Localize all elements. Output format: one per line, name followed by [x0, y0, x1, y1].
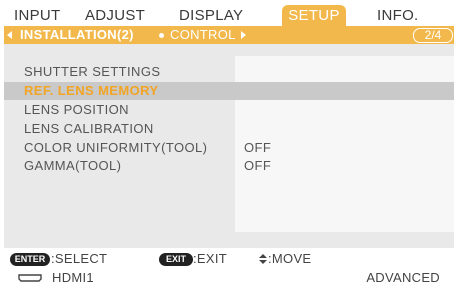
exit-key-icon: EXIT: [159, 253, 193, 266]
menu-item-label: SHUTTER SETTINGS: [24, 64, 161, 79]
menu-item-label: LENS CALIBRATION: [24, 121, 154, 136]
up-down-arrows-icon: [259, 254, 267, 264]
submenu-installation-2[interactable]: INSTALLATION(2): [20, 26, 134, 44]
menu-mode-label: ADVANCED: [366, 270, 440, 285]
menu-item-lens-position[interactable]: LENS POSITION: [4, 101, 454, 119]
menu-item-label: COLOR UNIFORMITY(TOOL): [24, 140, 208, 155]
menu-item-label: GAMMA(TOOL): [24, 158, 122, 173]
status-bar: HDMI1 ADVANCED: [4, 270, 454, 286]
input-source-label: HDMI1: [52, 270, 94, 285]
menu-item-label: REF. LENS MEMORY: [24, 83, 159, 98]
enter-key-icon: ENTER: [10, 253, 50, 266]
menu-item-ref-lens-memory[interactable]: REF. LENS MEMORY: [4, 82, 454, 100]
exit-hint: :EXIT: [193, 251, 228, 266]
menu-item-value: OFF: [244, 158, 272, 173]
sub-menu-bar: INSTALLATION(2) CONTROL 2/4: [4, 26, 454, 44]
settings-panel: SHUTTER SETTINGS REF. LENS MEMORY LENS P…: [4, 44, 454, 248]
tab-display[interactable]: DISPLAY: [179, 5, 243, 26]
menu-item-gamma[interactable]: GAMMA(TOOL) OFF: [4, 157, 454, 175]
tab-info[interactable]: INFO.: [377, 5, 419, 26]
hdmi-connector-icon: [18, 274, 42, 282]
tab-input[interactable]: INPUT: [14, 5, 61, 26]
menu-tabs: INPUT ADJUST DISPLAY SETUP INFO.: [4, 5, 460, 26]
tab-adjust[interactable]: ADJUST: [85, 5, 145, 26]
page-indicator: 2/4: [413, 28, 453, 43]
move-hint: :MOVE: [268, 251, 312, 266]
arrow-left-icon[interactable]: [7, 31, 12, 39]
arrow-right-icon[interactable]: [241, 31, 246, 39]
menu-item-shutter-settings[interactable]: SHUTTER SETTINGS: [4, 63, 454, 81]
submenu-control[interactable]: CONTROL: [170, 26, 236, 44]
key-guide: ENTER :SELECT EXIT :EXIT :MOVE: [4, 250, 454, 268]
select-hint: :SELECT: [51, 251, 108, 266]
menu-item-lens-calibration[interactable]: LENS CALIBRATION: [4, 120, 454, 138]
menu-item-value: OFF: [244, 140, 272, 155]
menu-item-color-uniformity[interactable]: COLOR UNIFORMITY(TOOL) OFF: [4, 139, 454, 157]
dot-separator-icon: [159, 33, 164, 38]
menu-item-label: LENS POSITION: [24, 102, 129, 117]
osd-menu: INPUT ADJUST DISPLAY SETUP INFO. INSTALL…: [0, 0, 462, 286]
tab-setup[interactable]: SETUP: [282, 5, 346, 26]
